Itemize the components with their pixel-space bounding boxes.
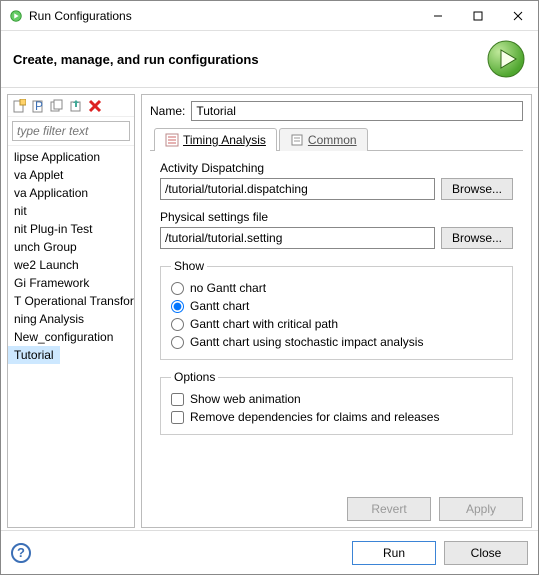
show-option-label: Gantt chart with critical path <box>190 317 338 331</box>
new-config-icon[interactable] <box>11 98 27 114</box>
show-option[interactable]: Gantt chart using stochastic impact anal… <box>171 333 502 351</box>
show-radio[interactable] <box>171 336 184 349</box>
timing-analysis-icon <box>165 133 179 147</box>
export-icon[interactable] <box>68 98 84 114</box>
tree-item[interactable]: va Application <box>8 184 134 202</box>
tree-item[interactable]: Tutorial <box>8 346 60 364</box>
run-config-icon <box>9 9 23 23</box>
delete-icon[interactable] <box>87 98 103 114</box>
options-legend: Options <box>171 370 218 384</box>
tree-item[interactable]: ning Analysis <box>8 310 134 328</box>
tree-item[interactable]: we2 Launch <box>8 256 134 274</box>
help-icon[interactable]: ? <box>11 543 31 563</box>
activity-label: Activity Dispatching <box>160 161 513 175</box>
show-legend: Show <box>171 259 207 273</box>
tree-item[interactable]: T Operational Transfor <box>8 292 134 310</box>
header-subtitle: Create, manage, and run configurations <box>13 52 486 67</box>
options-group: Options Show web animation Remove depende… <box>160 370 513 435</box>
tab-common[interactable]: Common <box>279 128 368 151</box>
option-checkbox[interactable] <box>171 393 184 406</box>
tree-item[interactable]: unch Group <box>8 238 134 256</box>
tree-item[interactable]: lipse Application <box>8 148 134 166</box>
revert-apply-row: Revert Apply <box>150 491 523 521</box>
tree-item[interactable]: va Applet <box>8 166 134 184</box>
show-option-label: Gantt chart using stochastic impact anal… <box>190 335 423 349</box>
show-radio[interactable] <box>171 318 184 331</box>
browse-settings-button[interactable]: Browse... <box>441 227 513 249</box>
filter-box <box>12 121 130 141</box>
duplicate-icon[interactable] <box>49 98 65 114</box>
show-radio[interactable] <box>171 282 184 295</box>
show-option-label: no Gantt chart <box>190 281 266 295</box>
apply-button[interactable]: Apply <box>439 497 523 521</box>
minimize-button[interactable] <box>418 1 458 30</box>
left-toolbar: P <box>8 95 134 117</box>
new-prototype-icon[interactable]: P <box>30 98 46 114</box>
close-window-button[interactable] <box>498 1 538 30</box>
run-header-icon <box>486 39 526 79</box>
maximize-button[interactable] <box>458 1 498 30</box>
show-option-label: Gantt chart <box>190 299 249 313</box>
show-option[interactable]: no Gantt chart <box>171 279 502 297</box>
tab-bar: Timing Analysis Common <box>150 127 523 151</box>
name-input[interactable] <box>191 101 523 121</box>
run-button[interactable]: Run <box>352 541 436 565</box>
form-area: Activity Dispatching Browse... Physical … <box>150 151 523 491</box>
dialog-footer: ? Run Close <box>1 530 538 574</box>
filter-input[interactable] <box>12 121 130 141</box>
option-check[interactable]: Show web animation <box>171 390 502 408</box>
show-group: Show no Gantt chart Gantt chart Gantt char… <box>160 259 513 360</box>
close-button[interactable]: Close <box>444 541 528 565</box>
config-tree[interactable]: lipse Applicationva Appletva Application… <box>8 145 134 527</box>
revert-button[interactable]: Revert <box>347 497 431 521</box>
tree-item[interactable]: New_configuration <box>8 328 134 346</box>
tab-label: Timing Analysis <box>183 133 266 147</box>
option-checkbox[interactable] <box>171 411 184 424</box>
tree-item[interactable]: Gi Framework <box>8 274 134 292</box>
activity-dispatching-input[interactable] <box>160 178 435 200</box>
option-check[interactable]: Remove dependencies for claims and relea… <box>171 408 502 426</box>
dialog-header: Create, manage, and run configurations <box>1 31 538 88</box>
show-option[interactable]: Gantt chart with critical path <box>171 315 502 333</box>
show-radio[interactable] <box>171 300 184 313</box>
browse-activity-button[interactable]: Browse... <box>441 178 513 200</box>
show-option[interactable]: Gantt chart <box>171 297 502 315</box>
option-check-label: Show web animation <box>190 392 301 406</box>
tab-timing-analysis[interactable]: Timing Analysis <box>154 128 277 151</box>
tab-label: Common <box>308 133 357 147</box>
physical-settings-input[interactable] <box>160 227 435 249</box>
right-pane: Name: Timing Analysis Common Activity Dis… <box>141 94 532 528</box>
settings-label: Physical settings file <box>160 210 513 224</box>
option-check-label: Remove dependencies for claims and relea… <box>190 410 439 424</box>
titlebar: Run Configurations <box>1 1 538 31</box>
svg-text:P: P <box>35 99 43 113</box>
common-icon <box>290 133 304 147</box>
window-title: Run Configurations <box>29 9 418 23</box>
tree-item[interactable]: nit Plug-in Test <box>8 220 134 238</box>
tree-item[interactable]: nit <box>8 202 134 220</box>
name-label: Name: <box>150 104 185 118</box>
left-pane: P lipse Applicationva Appletva Applicati… <box>7 94 135 528</box>
